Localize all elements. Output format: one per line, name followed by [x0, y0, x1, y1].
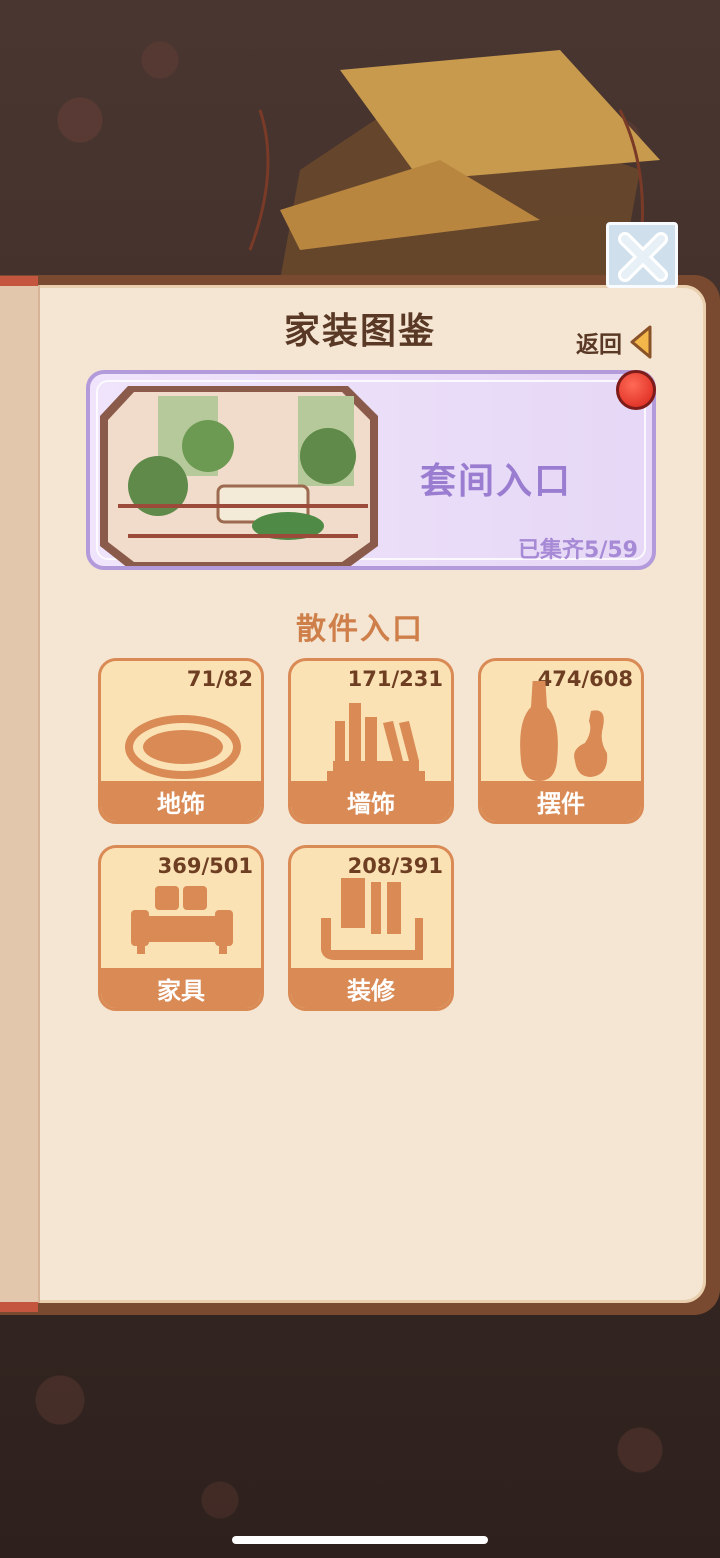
- back-arrow-icon: [630, 325, 652, 359]
- section-title: 散件入口: [296, 612, 424, 647]
- home-indicator[interactable]: [232, 1536, 488, 1544]
- close-icon: [618, 232, 668, 282]
- suite-progress: 已集齐5/59: [518, 538, 638, 563]
- back-label: 返回: [576, 332, 622, 358]
- sofa-icon: [131, 886, 233, 954]
- tile-label: 家具: [157, 976, 205, 1005]
- spine-ribbon-bottom: [0, 1302, 38, 1312]
- category-tile-ornament[interactable]: 474/608 摆件: [478, 658, 644, 824]
- close-button[interactable]: [606, 222, 678, 288]
- category-tile-wall[interactable]: 171/231 墙饰: [288, 658, 454, 824]
- spine-ribbon-top: [0, 276, 38, 286]
- tile-bar: 墙饰: [291, 781, 451, 821]
- suite-entry-card[interactable]: 套间入口 已集齐5/59: [86, 370, 656, 570]
- tile-label: 装修: [347, 976, 395, 1005]
- tile-bar: 地饰: [101, 781, 261, 821]
- bookshelf-icon: [327, 703, 425, 783]
- wallpaper-icon: [321, 878, 423, 960]
- vase-icon: [520, 681, 608, 781]
- house-illustration: [248, 50, 660, 280]
- back-button[interactable]: 返回: [576, 324, 666, 360]
- rug-icon: [125, 715, 241, 779]
- notification-dot: [616, 370, 656, 410]
- tile-label: 墙饰: [347, 789, 395, 818]
- tile-label: 地饰: [157, 789, 205, 818]
- category-tile-floor[interactable]: 71/82 地饰: [98, 658, 264, 824]
- category-tile-renovation[interactable]: 208/391 装修: [288, 845, 454, 1011]
- room-preview-image: [100, 386, 378, 566]
- tile-bar: 家具: [101, 968, 261, 1008]
- tile-bar: 装修: [291, 968, 451, 1008]
- tile-bar: 摆件: [481, 781, 641, 821]
- tile-label: 摆件: [537, 789, 585, 818]
- suite-entry-label: 套间入口: [420, 461, 573, 502]
- book-spine: [0, 285, 40, 1303]
- category-tile-furniture[interactable]: 369/501 家具: [98, 845, 264, 1011]
